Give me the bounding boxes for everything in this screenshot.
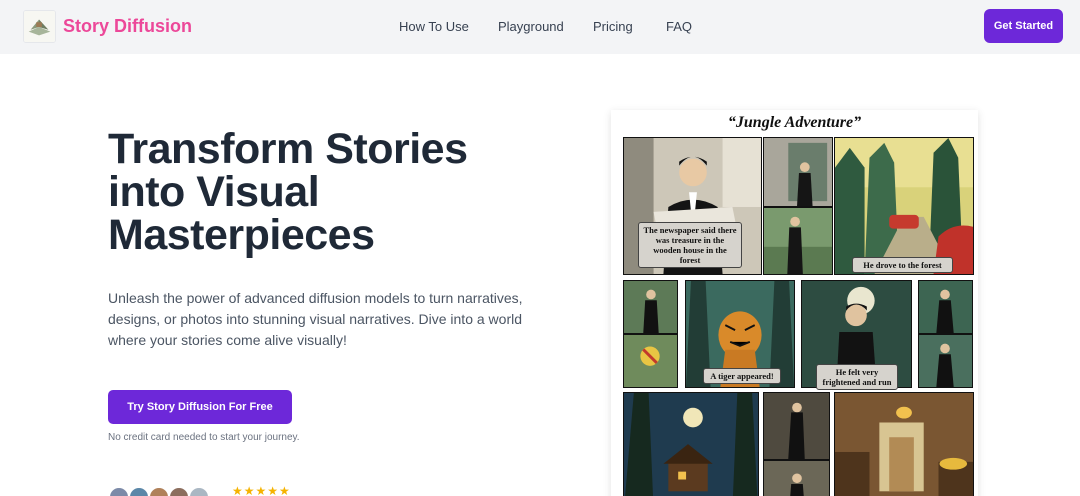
user-avatars	[108, 486, 228, 496]
no-credit-card-note: No credit card needed to start your jour…	[108, 432, 300, 443]
avatar	[188, 486, 210, 496]
caption-frightened: He felt very frightened and run	[816, 364, 898, 390]
comic-panel-sign	[623, 334, 678, 388]
comic-panel-man-right-top	[918, 280, 973, 334]
nav-faq[interactable]: FAQ	[666, 19, 692, 34]
comic-title: “Jungle Adventure”	[727, 114, 862, 131]
comic-panel-hallway	[763, 392, 830, 460]
top-nav-bar: Story Diffusion How To Use Playground Pr…	[0, 0, 1080, 54]
comic-panel-house-night	[623, 392, 759, 496]
caption-newspaper: The newspaper said there was treasure in…	[638, 222, 742, 268]
comic-showcase: “Jungle Adventure” The newspaper said th…	[611, 110, 978, 496]
comic-panel-hallway-2	[763, 460, 830, 496]
hero-title: Transform Stories into Visual Masterpiec…	[108, 125, 468, 259]
avatar	[108, 486, 130, 496]
comic-panel-treasure-room	[834, 392, 974, 496]
caption-drive: He drove to the forest	[852, 257, 953, 273]
comic-panel-doorway	[763, 137, 833, 207]
caption-tiger: A tiger appeared!	[703, 368, 781, 384]
avatar	[148, 486, 170, 496]
comic-panel-walking	[763, 207, 833, 275]
brand-name[interactable]: Story Diffusion	[63, 16, 192, 37]
comic-panel-car	[834, 137, 974, 275]
nav-how-to-use[interactable]: How To Use	[399, 19, 469, 34]
try-free-button[interactable]: Try Story Diffusion For Free	[108, 390, 292, 424]
nav-playground[interactable]: Playground	[498, 19, 564, 34]
comic-panel-forest-man	[623, 280, 678, 334]
avatar	[128, 486, 150, 496]
avatar	[168, 486, 190, 496]
comic-panel-man-right-bottom	[918, 334, 973, 388]
nav-pricing[interactable]: Pricing	[593, 19, 633, 34]
get-started-button[interactable]: Get Started	[984, 9, 1063, 43]
rating-stars: ★★★★★	[232, 484, 291, 496]
logo-icon[interactable]	[23, 10, 56, 43]
hero-description: Unleash the power of advanced diffusion …	[108, 290, 523, 348]
